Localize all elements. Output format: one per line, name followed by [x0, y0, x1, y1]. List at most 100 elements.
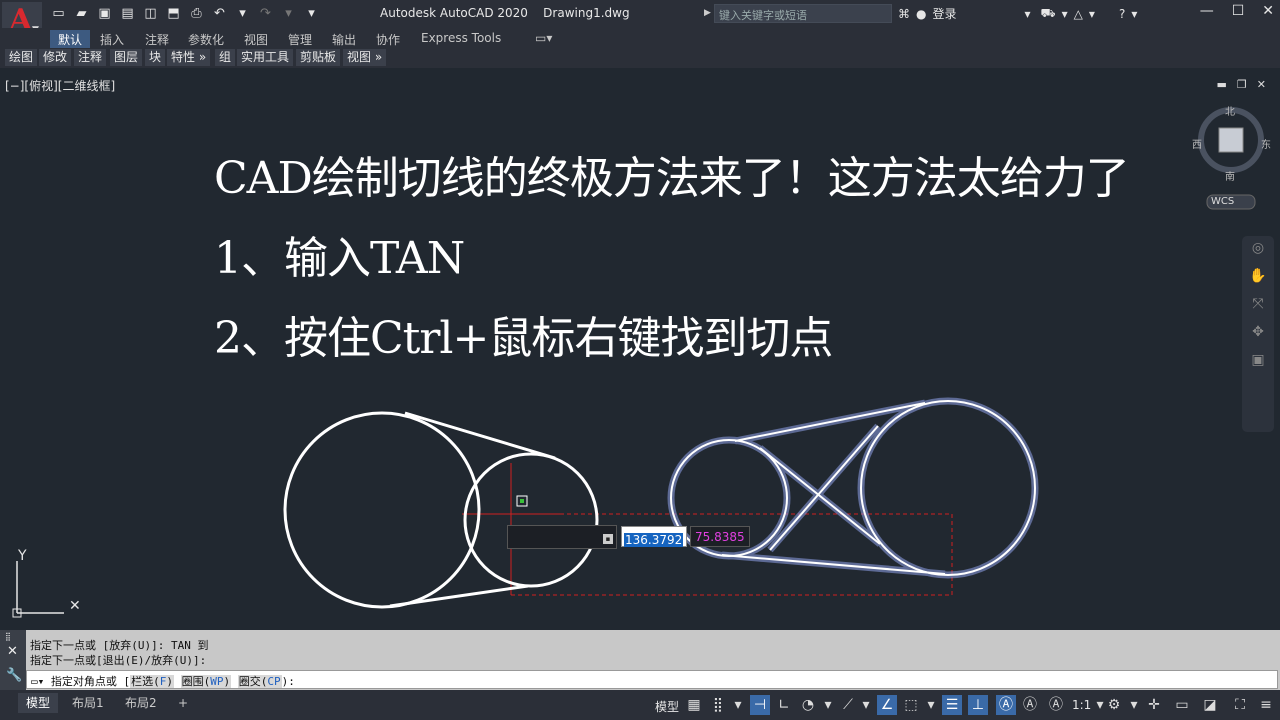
undo-icon[interactable]: ↶ — [211, 5, 228, 22]
units-icon[interactable]: ▭ — [1172, 695, 1192, 715]
save-as-icon[interactable]: ▤ — [119, 5, 136, 22]
redo-icon[interactable]: ↷ — [257, 5, 274, 22]
panel-properties[interactable]: 特性 » — [167, 49, 211, 66]
tab-model[interactable]: 模型 — [18, 693, 59, 713]
panel-annotation[interactable]: 注释 — [74, 49, 107, 66]
panel-view[interactable]: 视图 » — [343, 49, 387, 66]
login-link[interactable]: 登录 — [932, 5, 956, 22]
binoculars-icon[interactable]: ⌘ — [898, 7, 910, 21]
tab-default[interactable]: 默认 — [50, 30, 91, 49]
ortho-icon[interactable]: ∟ — [774, 695, 794, 715]
tab-parametric[interactable]: 参数化 — [180, 30, 232, 49]
length-value: 136.3792 — [624, 533, 684, 547]
minimize-icon[interactable]: — — [1200, 3, 1214, 19]
print-icon[interactable]: ⎙ — [188, 5, 205, 22]
panel-block[interactable]: 块 — [145, 49, 166, 66]
dynamic-angle-input[interactable]: 75.8385 — [690, 526, 750, 547]
model-space-button[interactable]: 模型 — [655, 698, 679, 715]
workspace-dropdown-icon[interactable]: ▾ — [1124, 695, 1144, 715]
save-icon[interactable]: ▣ — [96, 5, 113, 22]
steering-wheel-icon[interactable]: ◎ — [1242, 240, 1274, 264]
search-input[interactable]: 键入关键字或短语 — [714, 4, 892, 23]
snap-icon[interactable]: ⣿ — [708, 695, 728, 715]
redo-dropdown-icon[interactable]: ▾ — [280, 5, 297, 22]
polar-tracking-icon[interactable]: ◔ — [798, 695, 818, 715]
command-close-icon[interactable]: ✕ — [7, 644, 18, 659]
cart-dropdown-icon[interactable]: ▾ — [1062, 7, 1068, 21]
tab-view[interactable]: 视图 — [236, 30, 276, 49]
isolate-objects-icon[interactable]: ◪ — [1200, 695, 1220, 715]
a360-icon[interactable]: △ — [1074, 7, 1083, 21]
tab-output[interactable]: 输出 — [324, 30, 364, 49]
auto-scale-icon[interactable]: Ⓐ — [1020, 695, 1040, 715]
orbit-icon[interactable]: ✥ — [1242, 324, 1274, 348]
help-dropdown-icon[interactable]: ▾ — [1131, 7, 1137, 21]
command-input[interactable]: ▭▾ 指定对角点或 [栏选(F) 圈围(WP) 圈交(CP): — [26, 670, 1278, 689]
search-expand-icon[interactable]: ▶ — [704, 8, 711, 18]
panel-clipboard[interactable]: 剪贴板 — [296, 49, 341, 66]
tab-collaborate[interactable]: 协作 — [368, 30, 408, 49]
dynamic-length-input[interactable]: 136.3792 — [621, 526, 687, 547]
tab-layout2[interactable]: 布局2 — [117, 693, 165, 713]
option-fence[interactable]: 栏选(F) — [130, 675, 174, 688]
annotation-visibility-icon[interactable]: Ⓐ — [996, 695, 1016, 715]
clean-screen-icon[interactable]: ⛶ — [1230, 695, 1250, 715]
grip-icon[interactable]: ⣿ — [5, 632, 11, 641]
upload-icon[interactable]: ⬒ — [165, 5, 182, 22]
open-folder-icon[interactable]: ▰ — [73, 5, 90, 22]
tab-manage[interactable]: 管理 — [280, 30, 320, 49]
panel-layers[interactable]: 图层 — [110, 49, 143, 66]
user-icon[interactable]: ● — [916, 7, 926, 21]
a360-dropdown-icon[interactable]: ▾ — [1089, 7, 1095, 21]
command-recent-icon[interactable]: ▭▾ — [31, 675, 44, 688]
option-wpolygon[interactable]: 圈围(WP) — [180, 675, 232, 688]
ribbon-state-icon[interactable]: ▭▾ — [527, 30, 560, 46]
object-snap-icon[interactable]: ⬚ — [901, 695, 921, 715]
panel-utilities[interactable]: 实用工具 — [237, 49, 294, 66]
object-snap-dropdown-icon[interactable]: ▾ — [921, 695, 941, 715]
maximize-icon[interactable]: ☐ — [1232, 3, 1245, 19]
zoom-extents-icon[interactable]: ⤧ — [1242, 296, 1274, 320]
customize-qat-icon[interactable]: ▾ — [303, 5, 320, 22]
object-snap-tracking-icon[interactable]: ∠ — [877, 695, 897, 715]
command-line-handle[interactable]: ⣿ ✕ 🔧 — [0, 630, 26, 690]
login-dropdown-icon[interactable]: ▾ — [1025, 7, 1031, 21]
polar-dropdown-icon[interactable]: ▾ — [818, 695, 838, 715]
ribbon-tabs: 默认 插入 注释 参数化 视图 管理 输出 协作 Express Tools ▭… — [0, 28, 1280, 49]
lineweight-icon[interactable]: ☰ — [942, 695, 962, 715]
pan-hand-icon[interactable]: ✋ — [1242, 268, 1274, 292]
option-cpolygon[interactable]: 圈交(CP — [237, 675, 282, 688]
drawing-viewport[interactable]: [−][俯视][二维线框] ▬ ❐ ✕ CAD绘制切线的终极方法来了！这方法太给… — [0, 68, 1280, 630]
tab-layout1[interactable]: 布局1 — [64, 693, 112, 713]
customization-menu-icon[interactable]: ≡ — [1256, 695, 1276, 715]
ucs-dynamic-icon[interactable]: ⊥ — [968, 695, 988, 715]
panel-draw[interactable]: 绘图 — [5, 49, 38, 66]
isodraft-dropdown-icon[interactable]: ▾ — [856, 695, 876, 715]
compass-south: 南 — [1225, 172, 1235, 183]
ucs-menu[interactable]: WCS — [1211, 196, 1234, 207]
annotation-scale-value[interactable]: 1:1 — [1072, 698, 1091, 712]
customize-wrench-icon[interactable]: 🔧 — [6, 668, 22, 683]
compass-west: 西 — [1192, 140, 1202, 151]
panel-modify[interactable]: 修改 — [39, 49, 72, 66]
new-file-icon[interactable]: ▭ — [50, 5, 67, 22]
tab-annotate[interactable]: 注释 — [137, 30, 177, 49]
showmotion-icon[interactable]: ▣ — [1242, 352, 1274, 376]
dynamic-input-icon[interactable]: ⊣ — [750, 695, 770, 715]
cart-icon[interactable]: ⛟ — [1041, 6, 1056, 22]
close-icon[interactable]: ✕ — [1262, 3, 1274, 19]
snap-dropdown-icon[interactable]: ▾ — [728, 695, 748, 715]
grid-icon[interactable]: ▦ — [684, 695, 704, 715]
web-save-icon[interactable]: ◫ — [142, 5, 159, 22]
help-icon[interactable]: ? — [1119, 7, 1125, 21]
tab-insert[interactable]: 插入 — [92, 30, 132, 49]
panel-groups[interactable]: 组 — [215, 49, 236, 66]
workspace-gear-icon[interactable]: ⚙ — [1104, 695, 1124, 715]
isodraft-icon[interactable]: ⟋ — [838, 695, 858, 715]
annotation-scale-icon[interactable]: Ⓐ — [1046, 695, 1066, 715]
undo-dropdown-icon[interactable]: ▾ — [234, 5, 251, 22]
viewcube[interactable]: 北 南 东 西 WCS — [1192, 104, 1273, 212]
annotation-monitor-icon[interactable]: ✛ — [1144, 695, 1164, 715]
add-layout-button[interactable]: + — [170, 693, 196, 713]
tab-express-tools[interactable]: Express Tools — [413, 30, 509, 46]
